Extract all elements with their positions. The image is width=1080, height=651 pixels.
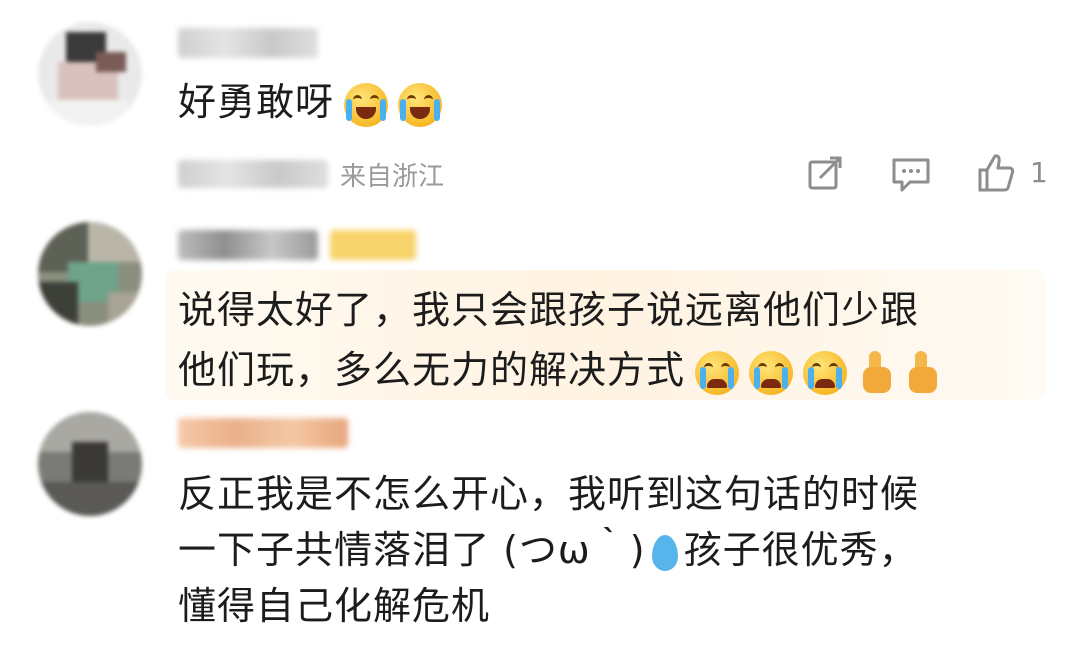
username[interactable] <box>178 230 318 260</box>
timestamp <box>178 160 328 188</box>
comment-text-line: 他们玩，多么无力的解决方式 <box>178 342 939 398</box>
avatar[interactable] <box>38 22 142 126</box>
crying-emoji <box>803 350 848 395</box>
crying-emoji <box>695 350 740 395</box>
comment-text-line: 好勇敢呀 <box>178 80 335 124</box>
username[interactable] <box>178 418 348 448</box>
comment-text-line: 一下子共情落泪了 (つω｀) 孩子很优秀， <box>178 528 918 572</box>
comment-text: 反正我是不怎么开心，我听到这句话的时候 一下子共情落泪了 (つω｀) 孩子很优秀，… <box>178 466 919 634</box>
comment-text-line: 说得太好了，我只会跟孩子说远离他们少跟 <box>178 288 920 332</box>
comment-text-line: 懂得自己化解危机 <box>178 584 491 628</box>
droplet-emoji <box>651 534 678 571</box>
comment-text-line: 反正我是不怎么开心，我听到这句话的时候 <box>178 472 920 516</box>
avatar[interactable] <box>38 412 142 516</box>
like-count: 1 <box>1030 156 1048 189</box>
thumb-up-icon <box>978 154 1015 192</box>
laugh-cry-emoji <box>398 82 443 127</box>
like-button[interactable]: 1 <box>976 150 1048 196</box>
thumbs-up-emoji <box>905 350 939 395</box>
comment-text: 好勇敢呀 <box>178 74 443 130</box>
member-badge <box>330 230 416 260</box>
avatar[interactable] <box>38 222 142 326</box>
comment-icon[interactable] <box>890 154 932 194</box>
location: 来自浙江 <box>340 162 445 192</box>
laugh-cry-emoji <box>344 82 389 127</box>
comment-text: 说得太好了，我只会跟孩子说远离他们少跟 他们玩，多么无力的解决方式 <box>178 282 939 398</box>
thumbs-up-emoji <box>859 350 893 395</box>
username[interactable] <box>178 28 318 58</box>
crying-emoji <box>749 350 794 395</box>
share-square-icon[interactable] <box>806 154 846 194</box>
